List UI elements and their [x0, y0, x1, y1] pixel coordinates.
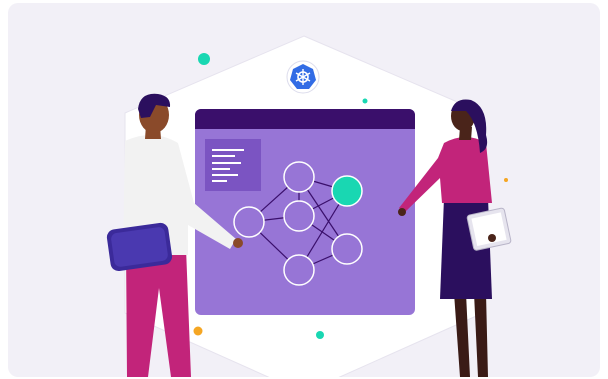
- woman-hand-tablet: [488, 234, 496, 242]
- woman-hand: [398, 208, 406, 216]
- illustration: [106, 35, 512, 377]
- decor-dot-teal-bottom: [316, 331, 324, 339]
- decor-dot-teal: [198, 53, 210, 65]
- tablet: [466, 207, 512, 251]
- man-hand: [233, 238, 243, 248]
- illustration-card: [8, 3, 600, 377]
- network-node: [283, 200, 315, 232]
- text-panel: [205, 139, 261, 191]
- network-node: [331, 233, 363, 265]
- laptop: [106, 222, 173, 272]
- decor-dot-orange-small: [504, 178, 508, 182]
- network-node: [283, 254, 315, 286]
- network-node-highlight: [331, 175, 363, 207]
- network-node: [233, 206, 265, 238]
- presentation-board: [195, 109, 415, 315]
- decor-dot-teal-small: [362, 98, 368, 104]
- decor-dot-orange-bottom: [193, 326, 203, 336]
- network-node: [283, 161, 315, 193]
- kubernetes-helm-icon: [286, 60, 320, 94]
